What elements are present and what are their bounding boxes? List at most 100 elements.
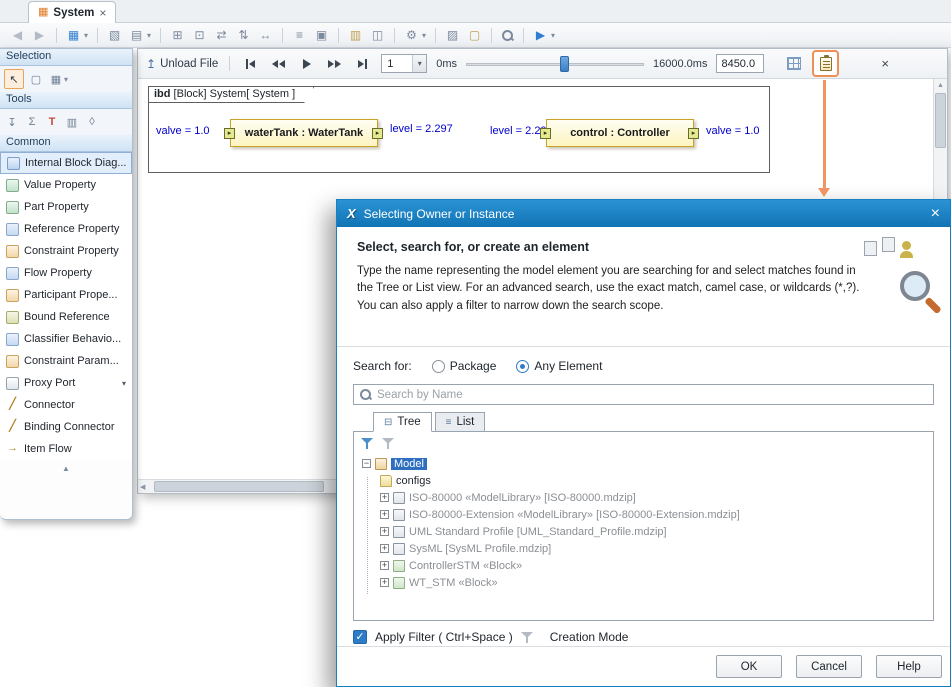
scroll-up-icon[interactable]: ▲ <box>934 82 947 89</box>
unload-file-button[interactable]: ↥ Unload File <box>146 57 218 71</box>
expand-icon[interactable]: + <box>380 510 389 519</box>
validate-icon[interactable]: ▨ <box>445 29 460 41</box>
controller-right-port[interactable]: ▸ <box>688 128 699 139</box>
swimlane-tool-icon[interactable]: Σ <box>24 116 40 128</box>
radio-package[interactable]: Package <box>432 359 497 373</box>
note-icon[interactable]: ▢ <box>467 29 482 41</box>
palette-item-reference-property[interactable]: Reference Property <box>0 218 132 240</box>
sticky-tool-icon[interactable]: ↧ <box>4 116 20 129</box>
time-value-input[interactable] <box>716 54 764 73</box>
expand-icon[interactable]: + <box>380 544 389 553</box>
playback-fast-forward-button[interactable] <box>325 55 344 72</box>
palette-scroll-up-icon[interactable]: ▲ <box>0 460 132 476</box>
cancel-button[interactable]: Cancel <box>796 655 862 678</box>
selection-caret-icon[interactable]: ▾ <box>64 75 68 84</box>
element-search-input[interactable] <box>377 389 928 401</box>
text-tool-icon[interactable]: T <box>44 116 60 128</box>
apply-filter-checkbox[interactable]: ✓ <box>353 630 367 644</box>
tab-system[interactable]: ▦ System × <box>28 1 116 23</box>
radio-any-element-icon[interactable] <box>516 360 529 373</box>
align-vertical-icon[interactable]: ⇅ <box>236 29 251 41</box>
search-icon[interactable] <box>501 29 514 42</box>
palette-item-item-flow[interactable]: → Item Flow <box>0 438 132 460</box>
controller-left-port[interactable]: ▸ <box>540 128 551 139</box>
expand-icon[interactable]: + <box>380 561 389 570</box>
clone-icon[interactable]: ◫ <box>370 29 385 41</box>
tab-list[interactable]: ≡ List <box>435 412 486 432</box>
common-header[interactable]: Common <box>0 135 132 152</box>
tree-item-iso-80000-extension[interactable]: + ISO-80000-Extension «ModelLibrary» [IS… <box>354 506 933 523</box>
radio-package-icon[interactable] <box>432 360 445 373</box>
layout-icon[interactable]: ⊞ <box>170 29 185 41</box>
tree-item-sysml[interactable]: + SysML [SysML Profile.mdzip] <box>354 540 933 557</box>
tab-tree[interactable]: ⊟ Tree <box>373 412 432 432</box>
palette-item-constraint-property[interactable]: Constraint Property <box>0 240 132 262</box>
structure-caret-icon[interactable]: ▾ <box>147 31 151 40</box>
vertical-scroll-thumb[interactable] <box>935 93 946 148</box>
palette-item-binding-connector[interactable]: ╱ Binding Connector <box>0 416 132 438</box>
apply-filter-icon[interactable] <box>361 437 374 450</box>
dialog-title-bar[interactable]: X Selecting Owner or Instance × <box>337 200 950 227</box>
dialog-close-icon[interactable]: × <box>931 206 940 222</box>
list-view-icon[interactable]: ≡ <box>292 29 307 41</box>
trigger-select[interactable]: 1 ▾ <box>381 54 427 73</box>
table-tool-icon[interactable]: ▥ <box>64 116 80 129</box>
simulation-close-icon[interactable]: × <box>881 56 889 71</box>
expand-icon[interactable]: + <box>380 578 389 587</box>
help-button[interactable]: Help <box>876 655 942 678</box>
paste-icon[interactable]: ▥ <box>348 29 363 41</box>
palette-item-internal-block-diagram[interactable]: Internal Block Diag... <box>0 152 132 174</box>
playback-rewind-button[interactable] <box>269 55 288 72</box>
palette-item-constraint-parameter[interactable]: Constraint Param... <box>0 350 132 372</box>
timing-grid-icon[interactable] <box>787 57 801 70</box>
selection-header[interactable]: Selection <box>0 49 132 66</box>
filter-funnel-icon[interactable] <box>521 631 534 644</box>
distribute-icon[interactable]: ↔ <box>258 29 273 41</box>
shape-tool-icon[interactable]: ◊ <box>84 116 100 128</box>
palette-item-proxy-port[interactable]: Proxy Port ▾ <box>0 372 132 394</box>
tree-item-controllerstm[interactable]: + ControllerSTM «Block» <box>354 557 933 574</box>
tree-item-configs[interactable]: configs <box>354 472 933 489</box>
tree-item-model[interactable]: − Model <box>354 455 933 472</box>
run-caret-icon[interactable]: ▾ <box>551 31 555 40</box>
palette-item-connector[interactable]: ╱ Connector <box>0 394 132 416</box>
watertank-left-port[interactable]: ▸ <box>224 128 235 139</box>
run-simulation-icon[interactable]: ▶ <box>533 29 548 41</box>
marquee-select-icon[interactable]: ▢ <box>28 73 44 86</box>
structure-icon[interactable]: ▤ <box>129 29 144 41</box>
settings-gear-icon[interactable]: ⚙ <box>404 29 419 41</box>
select-element-button-highlighted[interactable] <box>812 50 839 77</box>
palette-item-flow-property[interactable]: Flow Property <box>0 262 132 284</box>
clear-filter-icon[interactable] <box>382 437 395 450</box>
palette-item-participant-property[interactable]: Participant Prope... <box>0 284 132 306</box>
tree-item-iso-80000[interactable]: + ISO-80000 «ModelLibrary» [ISO-80000.md… <box>354 489 933 506</box>
palette-item-bound-reference[interactable]: Bound Reference <box>0 306 132 328</box>
watertank-right-port[interactable]: ▸ <box>372 128 383 139</box>
collapse-icon[interactable]: − <box>362 459 371 468</box>
tools-header[interactable]: Tools <box>0 92 132 109</box>
diagrams-caret-icon[interactable]: ▾ <box>84 31 88 40</box>
settings-caret-icon[interactable]: ▾ <box>422 31 426 40</box>
tree-item-uml-standard-profile[interactable]: + UML Standard Profile [UML_Standard_Pro… <box>354 523 933 540</box>
radio-any-element[interactable]: Any Element <box>516 359 602 373</box>
playback-last-button[interactable] <box>353 55 372 72</box>
scroll-left-icon[interactable]: ◀ <box>140 483 145 491</box>
ok-button[interactable]: OK <box>716 655 782 678</box>
palette-item-part-property[interactable]: Part Property <box>0 196 132 218</box>
proxy-port-caret-icon[interactable]: ▾ <box>122 379 128 388</box>
slider-thumb[interactable] <box>560 56 569 72</box>
expand-icon[interactable]: + <box>380 493 389 502</box>
expand-icon[interactable]: + <box>380 527 389 536</box>
containment-icon[interactable]: ▧ <box>107 29 122 41</box>
palette-item-classifier-behavior[interactable]: Classifier Behavio... <box>0 328 132 350</box>
playback-first-button[interactable] <box>241 55 260 72</box>
trigger-select-caret-icon[interactable]: ▾ <box>412 55 426 72</box>
select-cursor-tool[interactable]: ↖ <box>4 69 24 89</box>
horizontal-scroll-thumb[interactable] <box>154 481 324 492</box>
align-horizontal-icon[interactable]: ⇄ <box>214 29 229 41</box>
watertank-part[interactable]: waterTank : WaterTank <box>230 119 378 147</box>
group-select-icon[interactable]: ▦ <box>48 73 64 86</box>
back-icon[interactable]: ◀ <box>10 29 25 41</box>
forward-icon[interactable]: ▶ <box>32 29 47 41</box>
copy-icon[interactable]: ▣ <box>314 29 329 41</box>
